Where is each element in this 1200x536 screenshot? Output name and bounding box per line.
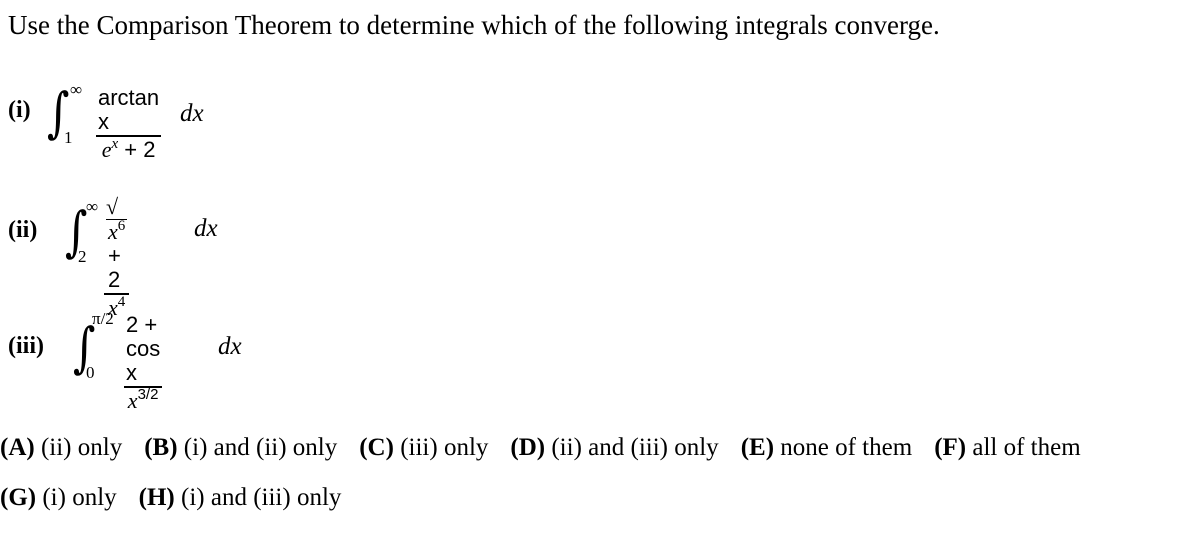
denominator: x3/2	[127, 385, 159, 413]
integral-label: (i)	[8, 97, 31, 123]
choice-text: none of them	[774, 434, 913, 461]
radicand-exponent: 6	[117, 218, 126, 234]
choice-letter: (E)	[740, 434, 775, 461]
denominator-exponent: 3/2	[137, 385, 159, 403]
choice-letter: (A)	[0, 434, 35, 461]
numerator-text: 2 + cos x	[126, 312, 161, 385]
answer-choices-row-2: (G) (i) only (H) (i) and (iii) only	[0, 484, 363, 512]
integrand-fraction: √x6 + 2 x 4	[104, 195, 130, 320]
integral-label: (ii)	[8, 217, 38, 243]
choice-f[interactable]: (F) all of them	[934, 434, 1080, 461]
choice-letter: (C)	[359, 434, 394, 461]
upper-limit: π/2	[92, 309, 114, 328]
choice-letter: (H)	[138, 484, 175, 511]
radical-sign-icon: √	[106, 194, 119, 219]
question-prompt: Use the Comparison Theorem to determine …	[8, 10, 940, 40]
choice-text: (i) only	[36, 484, 117, 511]
choice-a[interactable]: (A) (ii) only	[0, 434, 122, 461]
numerator: 2 + cos x	[124, 313, 162, 386]
choice-h[interactable]: (H) (i) and (iii) only	[139, 484, 342, 511]
lower-limit: 2	[78, 247, 87, 266]
choice-d[interactable]: (D) (ii) and (iii) only	[510, 434, 718, 461]
differential: dx	[218, 333, 242, 360]
integrand-fraction: 2 + cos x x3/2	[124, 313, 163, 413]
numerator: √x6 + 2	[104, 195, 129, 293]
choice-e[interactable]: (E) none of them	[741, 434, 913, 461]
choice-c[interactable]: (C) (iii) only	[359, 434, 488, 461]
choice-letter: (F)	[934, 434, 967, 461]
differential: dx	[180, 100, 204, 127]
numerator: arctan x	[96, 86, 161, 135]
numerator-text: arctan x	[98, 85, 160, 134]
choice-letter: (D)	[510, 434, 546, 461]
choice-text: (i) and (ii) only	[177, 434, 338, 461]
choice-g[interactable]: (G) (i) only	[0, 484, 117, 511]
denominator: ex + 2	[101, 136, 156, 162]
denominator-base: x	[127, 387, 138, 413]
upper-limit: ∞	[86, 197, 99, 216]
denominator-rest: + 2	[118, 136, 156, 162]
denominator-base: e	[101, 136, 112, 162]
integrand-fraction: arctan x ex + 2	[96, 86, 162, 162]
choice-text: (ii) and (iii) only	[545, 434, 719, 461]
choice-letter: (B)	[144, 434, 178, 461]
square-root: √x6 + 2	[106, 194, 128, 292]
differential: dx	[194, 215, 218, 242]
radicand-rest: + 2	[108, 243, 121, 292]
answer-choices-row-1: (A) (ii) only (B) (i) and (ii) only (C) (i…	[0, 434, 1103, 462]
choice-letter: (G)	[0, 484, 37, 511]
choice-text: (iii) only	[393, 434, 489, 461]
choice-text: (i) and (iii) only	[174, 484, 342, 511]
choice-b[interactable]: (B) (i) and (ii) only	[144, 434, 337, 461]
denominator-exponent: 4	[117, 293, 126, 310]
radicand: x6 + 2	[106, 218, 128, 292]
lower-limit: 1	[64, 128, 73, 147]
choice-text: all of them	[966, 434, 1081, 461]
integral-label: (iii)	[8, 333, 44, 359]
upper-limit: ∞	[70, 80, 83, 99]
choice-text: (ii) only	[34, 434, 123, 461]
lower-limit: 0	[86, 363, 95, 382]
radicand-base: x	[108, 219, 118, 244]
